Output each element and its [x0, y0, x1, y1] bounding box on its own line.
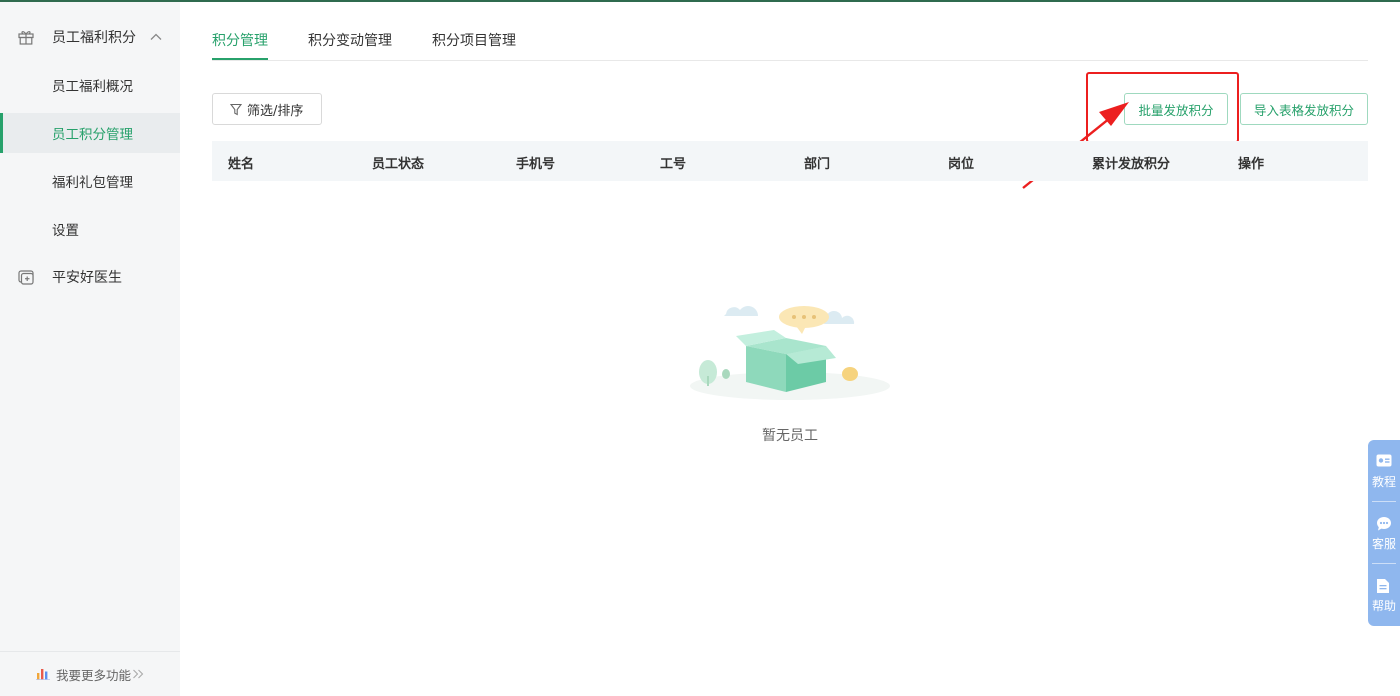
tab-bar: 积分管理 积分变动管理 积分项目管理 — [212, 2, 1368, 61]
column-header-position: 岗位 — [948, 157, 975, 172]
sidebar-item-points-management[interactable]: 员工积分管理 — [0, 113, 180, 153]
sidebar-item-settings[interactable]: 设置 — [0, 209, 180, 249]
sidebar-group-label: 员工福利积分 — [52, 30, 136, 46]
help-label: 帮助 — [1371, 599, 1396, 613]
help-button[interactable]: 帮助 — [1368, 564, 1400, 624]
sidebar-item-label: 员工福利概况 — [52, 79, 133, 95]
column-header-status: 员工状态 — [372, 157, 425, 172]
filter-sort-label: 筛选/排序 — [247, 103, 304, 119]
filter-sort-button[interactable]: 筛选/排序 — [212, 93, 322, 125]
tab-points-change[interactable]: 积分变动管理 — [308, 30, 392, 50]
more-features-label: 我要更多功能 — [56, 667, 132, 683]
empty-state-text: 暂无员工 — [762, 428, 818, 444]
sidebar-item-label: 设置 — [52, 223, 79, 239]
gift-icon — [18, 31, 34, 45]
bar-chart-icon — [36, 669, 50, 680]
chat-icon — [1377, 517, 1391, 531]
sidebar-group-label: 平安好医生 — [52, 270, 122, 286]
doctor-box-icon — [18, 270, 34, 285]
sidebar-item-welfare-overview[interactable]: 员工福利概况 — [0, 65, 180, 105]
sidebar-item-label: 福利礼包管理 — [52, 175, 133, 191]
sidebar-group-employee-welfare[interactable]: 员工福利积分 — [0, 15, 180, 59]
tutorial-icon — [1376, 454, 1392, 467]
floating-help-panel: 教程 客服 帮助 — [1368, 440, 1400, 626]
column-header-employee-id: 工号 — [660, 157, 687, 172]
tab-points-management[interactable]: 积分管理 — [212, 30, 268, 50]
filter-icon — [230, 103, 242, 116]
column-header-total-points: 累计发放积分 — [1092, 157, 1171, 172]
customer-service-label: 客服 — [1371, 537, 1396, 551]
empty-box-illustration — [690, 306, 890, 400]
customer-service-button[interactable]: 客服 — [1368, 502, 1400, 562]
active-tab-indicator — [212, 58, 268, 60]
more-features-link[interactable]: 我要更多功能 — [0, 651, 180, 696]
tutorial-button[interactable]: 教程 — [1368, 440, 1400, 500]
tab-points-project[interactable]: 积分项目管理 — [432, 30, 516, 50]
import-table-issue-points-button[interactable]: 导入表格发放积分 — [1240, 93, 1368, 125]
column-header-department: 部门 — [804, 157, 831, 172]
document-icon — [1377, 579, 1389, 593]
sidebar-item-label: 员工积分管理 — [52, 127, 133, 143]
column-header-actions: 操作 — [1238, 157, 1265, 172]
chevron-up-icon — [150, 33, 162, 40]
table-header: 姓名 员工状态 手机号 工号 部门 岗位 累计发放积分 操作 — [212, 141, 1368, 181]
column-header-name: 姓名 — [228, 157, 255, 172]
tutorial-label: 教程 — [1371, 475, 1396, 489]
sidebar: 员工福利积分 员工福利概况 员工积分管理 福利礼包管理 设置 平安好医生 我要更… — [0, 2, 180, 696]
column-header-phone: 手机号 — [516, 157, 556, 172]
double-chevron-right-icon — [133, 669, 144, 679]
sidebar-item-gift-package[interactable]: 福利礼包管理 — [0, 161, 180, 201]
sidebar-group-pingan-doctor[interactable]: 平安好医生 — [0, 255, 180, 299]
